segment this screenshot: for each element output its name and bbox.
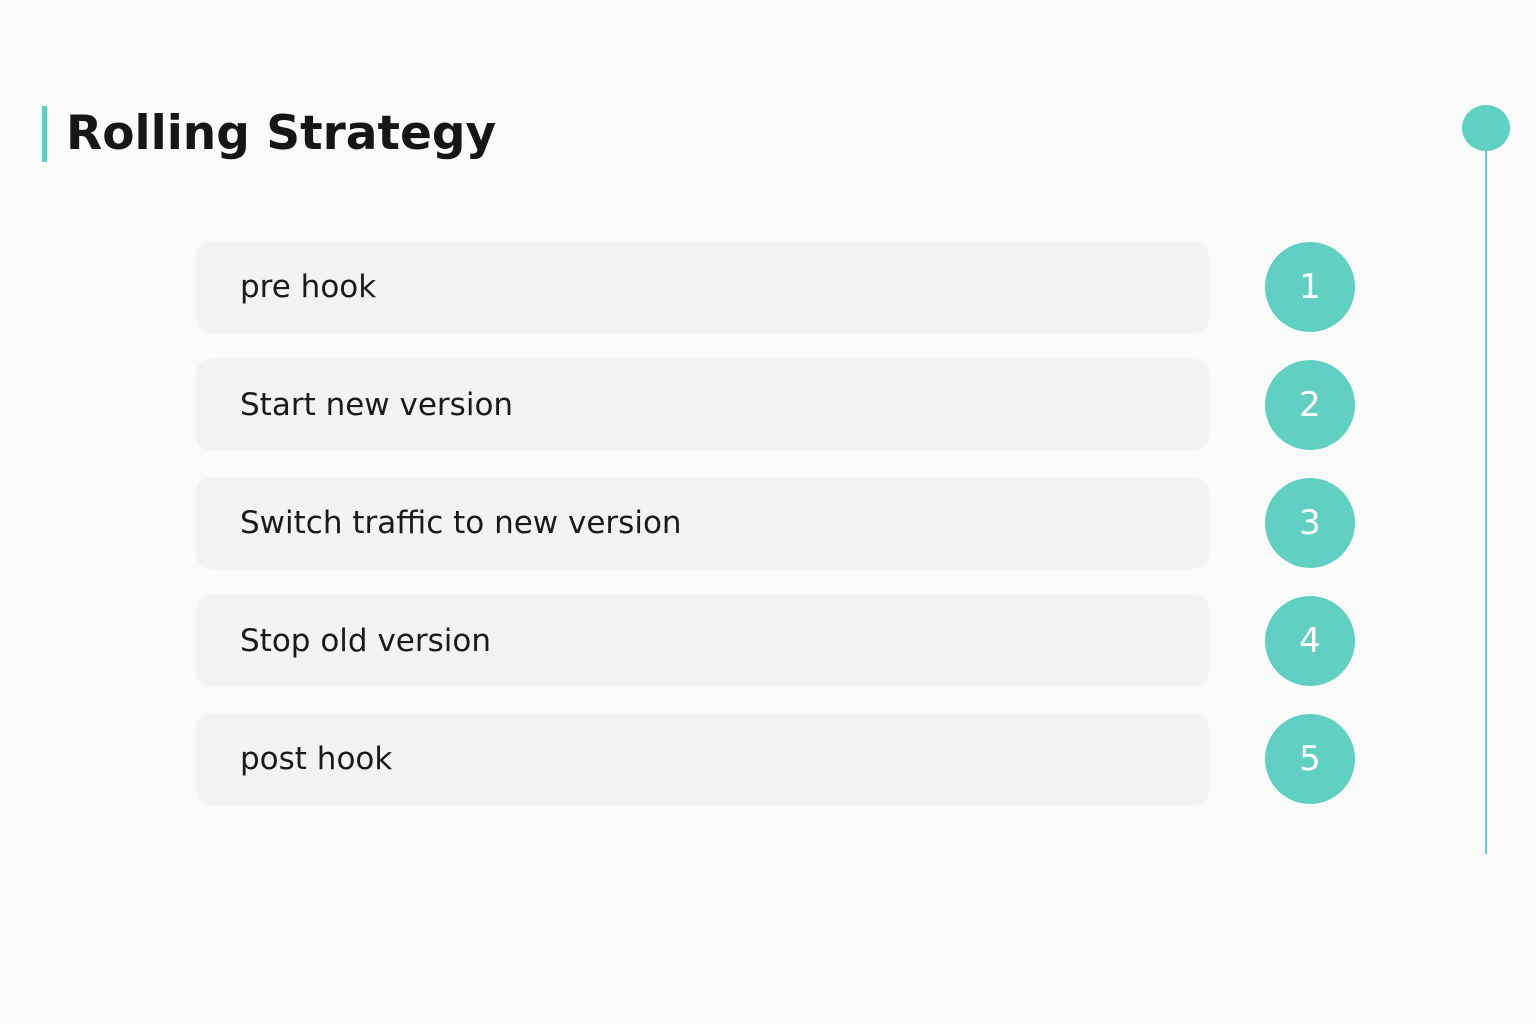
- step-number-badge: 4: [1265, 596, 1355, 686]
- step-number-badge: 3: [1265, 478, 1355, 568]
- title-accent-bar: [42, 106, 47, 162]
- step-row: Start new version 2: [196, 359, 1356, 451]
- step-label: post hook: [240, 741, 393, 777]
- timeline-start-dot: [1462, 105, 1510, 151]
- step-card: Stop old version: [196, 595, 1209, 687]
- step-number-badge: 2: [1265, 360, 1355, 450]
- step-card: Switch traffic to new version: [196, 477, 1209, 569]
- step-label: Start new version: [240, 387, 514, 423]
- step-card: pre hook: [196, 241, 1209, 333]
- step-number-badge: 1: [1265, 242, 1355, 332]
- page-title: Rolling Strategy: [66, 106, 497, 161]
- step-row: Switch traffic to new version 3: [196, 477, 1356, 569]
- step-number-badge: 5: [1265, 714, 1355, 804]
- step-card: Start new version: [196, 359, 1209, 451]
- step-label: Switch traffic to new version: [240, 505, 682, 541]
- timeline-line: [1485, 128, 1487, 854]
- step-label: Stop old version: [240, 623, 491, 659]
- steps-list: pre hook 1 Start new version 2 Switch tr…: [196, 241, 1356, 831]
- step-row: Stop old version 4: [196, 595, 1356, 687]
- step-row: post hook 5: [196, 713, 1356, 805]
- step-card: post hook: [196, 713, 1209, 805]
- step-row: pre hook 1: [196, 241, 1356, 333]
- step-label: pre hook: [240, 269, 377, 305]
